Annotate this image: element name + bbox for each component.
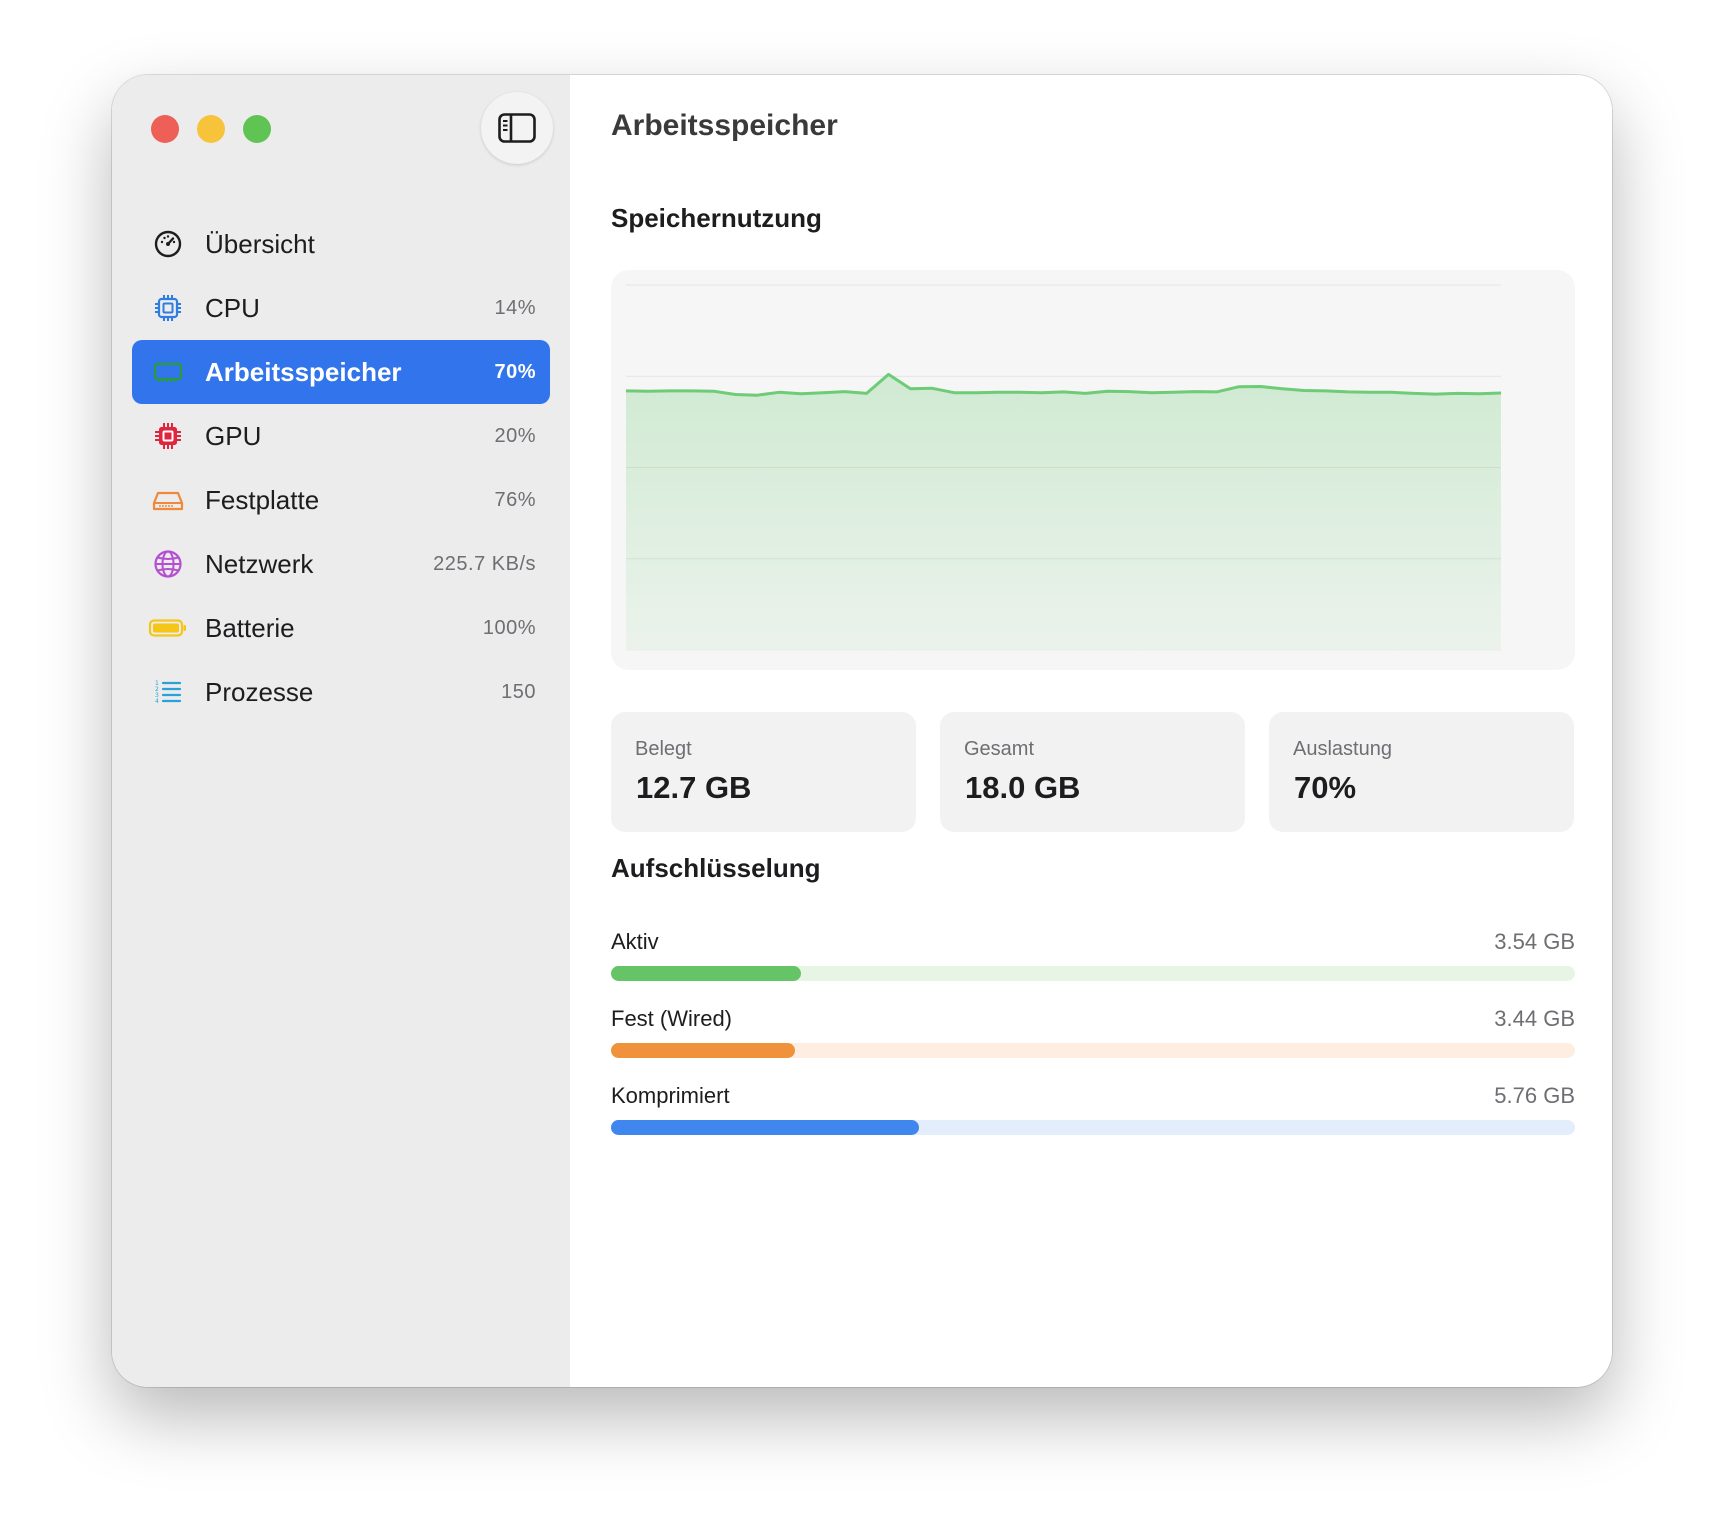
sidebar-item-netzwerk[interactable]: Netzwerk 225.7 KB/s bbox=[132, 532, 550, 596]
sidebar-item-label: Netzwerk bbox=[205, 548, 314, 579]
stat-value: 12.7 GB bbox=[636, 770, 752, 805]
sidebar-nav: Übersicht CPU 14% Arbeitsspeicher 70% GP… bbox=[132, 212, 550, 724]
sidebar-item-value: 20% bbox=[494, 424, 536, 447]
zoom-window-button[interactable] bbox=[243, 115, 271, 143]
sidebar-item-label: Festplatte bbox=[205, 484, 320, 515]
sidebar-item-label: Batterie bbox=[205, 612, 295, 643]
sidebar-item-label: Prozesse bbox=[205, 676, 314, 707]
sidebar-item-cpu[interactable]: CPU 14% bbox=[132, 276, 550, 340]
close-window-button[interactable] bbox=[151, 115, 179, 143]
sidebar-toggle-button[interactable] bbox=[481, 92, 553, 164]
breakdown-value: 3.54 GB bbox=[1494, 929, 1575, 954]
breakdown-label: Komprimiert bbox=[611, 1083, 730, 1108]
memory-usage-chart-svg bbox=[625, 284, 1502, 651]
breakdown-track bbox=[611, 1120, 1575, 1135]
sidebar-item-batterie[interactable]: Batterie 100% bbox=[132, 596, 550, 660]
stat-label: Gesamt bbox=[964, 738, 1035, 760]
app-window: Übersicht CPU 14% Arbeitsspeicher 70% GP… bbox=[112, 75, 1612, 1387]
battery-icon bbox=[148, 619, 186, 637]
list-icon: 1234 bbox=[155, 680, 182, 705]
breakdown-label: Fest (Wired) bbox=[611, 1006, 732, 1031]
sidebar-item-value: 150 bbox=[501, 680, 536, 703]
sidebar-item-value: 76% bbox=[494, 488, 536, 511]
sidebar: Übersicht CPU 14% Arbeitsspeicher 70% GP… bbox=[112, 75, 570, 1387]
sidebar-item-label: Übersicht bbox=[205, 228, 315, 259]
sidebar-item-festplatte[interactable]: Festplatte 76% bbox=[132, 468, 550, 532]
memory-usage-chart bbox=[611, 270, 1575, 670]
stat-label: Belegt bbox=[635, 738, 692, 760]
svg-text:4: 4 bbox=[155, 698, 159, 705]
sidebar-item-gpu[interactable]: GPU 20% bbox=[132, 404, 550, 468]
sidebar-item-value: 100% bbox=[482, 616, 536, 639]
sidebar-toggle-icon bbox=[498, 113, 536, 143]
stat-value: 70% bbox=[1294, 770, 1357, 805]
breakdown-section-title: Aufschlüsselung bbox=[611, 853, 821, 883]
sidebar-item-label: GPU bbox=[205, 420, 262, 451]
breakdown-track bbox=[611, 966, 1575, 981]
sidebar-item-prozesse[interactable]: 1234 Prozesse 150 bbox=[132, 660, 550, 724]
stat-label: Auslastung bbox=[1293, 738, 1392, 760]
sidebar-item-label: Arbeitsspeicher bbox=[205, 356, 402, 387]
sidebar-item-value: 70% bbox=[494, 360, 536, 383]
breakdown-track bbox=[611, 1043, 1575, 1058]
minimize-window-button[interactable] bbox=[197, 115, 225, 143]
sidebar-item-value: 225.7 KB/s bbox=[433, 552, 536, 575]
page-title: Arbeitsspeicher bbox=[611, 109, 838, 142]
stat-card-used: Belegt 12.7 GB bbox=[611, 712, 916, 832]
sidebar-item-arbeitsspeicher[interactable]: Arbeitsspeicher 70% bbox=[132, 340, 550, 404]
stat-card-utilization: Auslastung 70% bbox=[1269, 712, 1574, 832]
sidebar-item-uebersicht[interactable]: Übersicht bbox=[132, 212, 550, 276]
stat-card-total: Gesamt 18.0 GB bbox=[940, 712, 1245, 832]
sidebar-item-value: 14% bbox=[494, 296, 536, 319]
breakdown-value: 3.44 GB bbox=[1494, 1006, 1575, 1031]
usage-section-title: Speichernutzung bbox=[611, 203, 822, 233]
chart-area-fill bbox=[626, 374, 1501, 650]
gauge-icon bbox=[154, 230, 182, 258]
globe-icon bbox=[154, 550, 182, 578]
stat-value: 18.0 GB bbox=[965, 770, 1081, 805]
chart-series-line bbox=[625, 372, 1502, 397]
breakdown-fill bbox=[611, 1120, 920, 1135]
breakdown-value: 5.76 GB bbox=[1494, 1083, 1575, 1108]
main-content: Arbeitsspeicher Speichernutzung Belegt 1… bbox=[570, 75, 1612, 1387]
memory-icon bbox=[153, 362, 183, 382]
sidebar-item-label: CPU bbox=[205, 292, 260, 323]
disk-icon bbox=[152, 491, 184, 511]
breakdown-label: Aktiv bbox=[611, 929, 659, 954]
breakdown-fill bbox=[611, 966, 801, 981]
cpu-icon bbox=[155, 295, 181, 321]
gpu-icon bbox=[155, 423, 181, 449]
breakdown-fill bbox=[611, 1043, 796, 1058]
